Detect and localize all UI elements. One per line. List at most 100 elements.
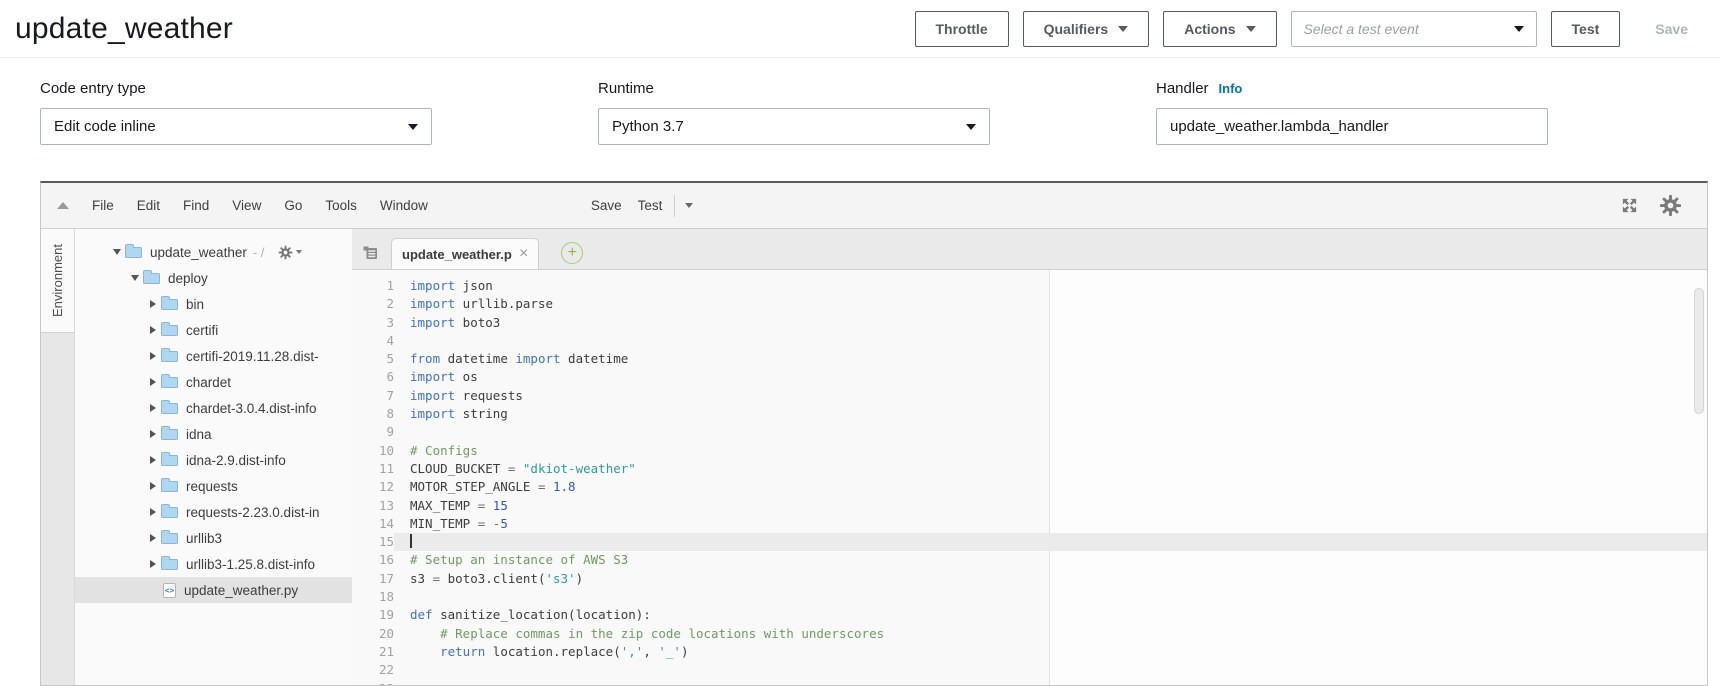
caret-collapsed-icon[interactable]	[145, 560, 161, 568]
folder-icon	[161, 533, 178, 544]
menu-window[interactable]: Window	[375, 194, 433, 217]
folder-icon	[143, 273, 160, 284]
editor-test-menu[interactable]: Test	[630, 194, 671, 217]
code-line[interactable]: 20 # Replace commas in the zip code loca…	[352, 625, 1707, 643]
code-text: s3 = boto3.client('s3')	[394, 570, 1707, 588]
code-editor-content[interactable]: 1import json2import urllib.parse3import …	[352, 270, 1707, 686]
caret-collapsed-icon[interactable]	[145, 326, 161, 334]
caret-collapsed-icon[interactable]	[145, 456, 161, 464]
code-entry-type-label: Code entry type	[40, 80, 432, 97]
code-line[interactable]: 9	[352, 423, 1707, 441]
tab-update-weather-py[interactable]: update_weather.py ×	[391, 238, 539, 269]
code-line[interactable]: 22	[352, 661, 1707, 679]
code-line[interactable]: 2import urllib.parse	[352, 295, 1707, 313]
menu-edit[interactable]: Edit	[132, 194, 165, 217]
code-line[interactable]: 12MOTOR_STEP_ANGLE = 1.8	[352, 478, 1707, 496]
menu-tools[interactable]: Tools	[320, 194, 362, 217]
fullscreen-icon[interactable]	[1620, 196, 1639, 215]
line-number: 6	[352, 368, 394, 386]
code-line[interactable]: 14MIN_TEMP = -5	[352, 515, 1707, 533]
line-number: 19	[352, 606, 394, 624]
code-entry-type-select[interactable]: Edit code inline	[40, 108, 432, 145]
actions-button[interactable]: Actions	[1163, 11, 1276, 47]
test-dropdown-icon[interactable]	[685, 203, 693, 208]
file-tree: update_weather- /deploybincertificertifi…	[75, 229, 352, 686]
code-line[interactable]: 11CLOUD_BUCKET = "dkiot-weather"	[352, 460, 1707, 478]
tab-list-icon[interactable]	[362, 244, 379, 261]
chevron-down-icon	[1514, 26, 1524, 32]
tree-settings-gear-icon[interactable]	[278, 245, 302, 260]
tree-item-deploy[interactable]: deploy	[75, 265, 352, 291]
code-line[interactable]: 7import requests	[352, 387, 1707, 405]
tree-item-label: idna-2.9.dist-info	[186, 453, 286, 468]
folder-icon	[161, 429, 178, 440]
editor-save-menu[interactable]: Save	[583, 194, 630, 217]
tree-item-update-weather-py[interactable]: <>update_weather.py	[75, 577, 352, 603]
tree-item-idna-2-9-dist-info[interactable]: idna-2.9.dist-info	[75, 447, 352, 473]
tree-item-certifi-2019-11-28-dist[interactable]: certifi-2019.11.28.dist-	[75, 343, 352, 369]
menu-go[interactable]: Go	[279, 194, 307, 217]
line-number: 23	[352, 680, 394, 686]
tree-item-chardet[interactable]: chardet	[75, 369, 352, 395]
qualifiers-button[interactable]: Qualifiers	[1023, 11, 1150, 47]
caret-collapsed-icon[interactable]	[145, 404, 161, 412]
code-line[interactable]: 16# Setup an instance of AWS S3	[352, 551, 1707, 569]
tree-item-requests[interactable]: requests	[75, 473, 352, 499]
test-button[interactable]: Test	[1551, 11, 1621, 47]
code-line[interactable]: 5from datetime import datetime	[352, 350, 1707, 368]
tree-item-idna[interactable]: idna	[75, 421, 352, 447]
tree-item-urllib3-1-25-8-dist-info[interactable]: urllib3-1.25.8.dist-info	[75, 551, 352, 577]
close-tab-icon[interactable]: ×	[519, 246, 528, 262]
caret-expanded-icon[interactable]	[109, 249, 125, 255]
code-text: MAX_TEMP = 15	[394, 497, 1707, 515]
settings-gear-icon[interactable]	[1659, 194, 1682, 217]
caret-collapsed-icon[interactable]	[145, 482, 161, 490]
caret-collapsed-icon[interactable]	[145, 352, 161, 360]
code-line[interactable]: 15	[352, 533, 1707, 551]
code-line[interactable]: 23	[352, 680, 1707, 686]
code-line[interactable]: 4	[352, 332, 1707, 350]
python-file-icon: <>	[163, 583, 176, 598]
caret-collapsed-icon[interactable]	[145, 378, 161, 386]
menu-file[interactable]: File	[87, 194, 119, 217]
tree-item-requests-2-23-0-dist-in[interactable]: requests-2.23.0.dist-in	[75, 499, 352, 525]
tree-item-chardet-3-0-4-dist-info[interactable]: chardet-3.0.4.dist-info	[75, 395, 352, 421]
caret-collapsed-icon[interactable]	[145, 300, 161, 308]
code-line[interactable]: 6import os	[352, 368, 1707, 386]
code-text: MIN_TEMP = -5	[394, 515, 1707, 533]
runtime-select[interactable]: Python 3.7	[598, 108, 990, 145]
folder-icon	[161, 559, 178, 570]
code-line[interactable]: 19def sanitize_location(location):	[352, 606, 1707, 624]
code-line[interactable]: 17s3 = boto3.client('s3')	[352, 570, 1707, 588]
code-text: import string	[394, 405, 1707, 423]
code-line[interactable]: 10# Configs	[352, 442, 1707, 460]
throttle-button[interactable]: Throttle	[915, 11, 1009, 47]
new-tab-button[interactable]: +	[561, 242, 583, 264]
handler-input[interactable]: update_weather.lambda_handler	[1156, 108, 1548, 145]
environment-tab[interactable]: Environment	[41, 229, 74, 333]
line-number: 20	[352, 625, 394, 643]
tree-item-certifi[interactable]: certifi	[75, 317, 352, 343]
line-number: 11	[352, 460, 394, 478]
menu-find[interactable]: Find	[178, 194, 214, 217]
code-line[interactable]: 1import json	[352, 277, 1707, 295]
collapse-editor-icon[interactable]	[57, 202, 69, 209]
test-event-select[interactable]: Select a test event	[1291, 11, 1537, 47]
code-line[interactable]: 3import boto3	[352, 314, 1707, 332]
caret-expanded-icon[interactable]	[127, 275, 143, 281]
tree-item-urllib3[interactable]: urllib3	[75, 525, 352, 551]
menu-view[interactable]: View	[227, 194, 266, 217]
tree-item-label: chardet	[186, 375, 231, 390]
handler-info-link[interactable]: Info	[1219, 81, 1243, 96]
editor-scrollbar[interactable]	[1694, 288, 1704, 414]
caret-collapsed-icon[interactable]	[145, 508, 161, 516]
tree-item-bin[interactable]: bin	[75, 291, 352, 317]
code-line[interactable]: 21 return location.replace(',', '_')	[352, 643, 1707, 661]
tree-item-update-weather[interactable]: update_weather- /	[75, 239, 352, 265]
code-line[interactable]: 8import string	[352, 405, 1707, 423]
code-line[interactable]: 18	[352, 588, 1707, 606]
code-line[interactable]: 13MAX_TEMP = 15	[352, 497, 1707, 515]
caret-collapsed-icon[interactable]	[145, 430, 161, 438]
tree-item-label: chardet-3.0.4.dist-info	[186, 401, 317, 416]
caret-collapsed-icon[interactable]	[145, 534, 161, 542]
